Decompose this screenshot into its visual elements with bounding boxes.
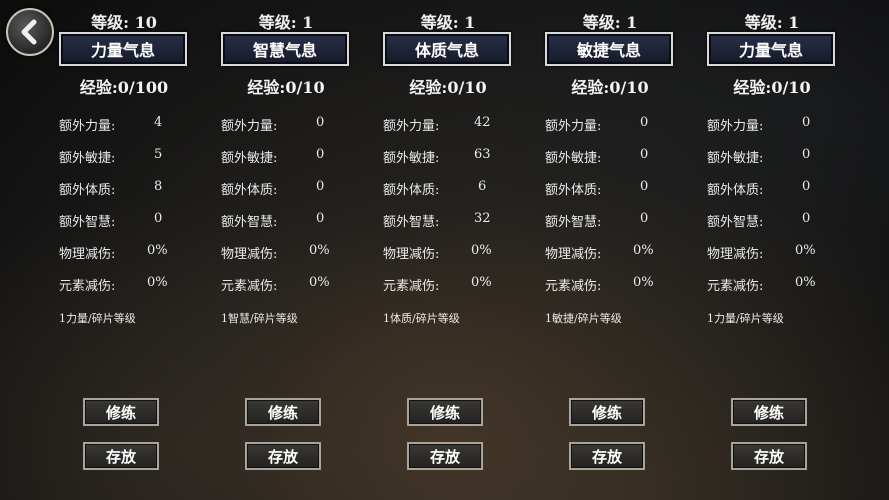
back-button[interactable] [6, 8, 54, 56]
aura-column-agility: 等级: 1 敏捷气息 经验:0/10 额外力量: 0 额外敏捷: 0 额外体质: 0 … [545, 0, 705, 500]
stat-value: 0% [471, 243, 492, 258]
train-button[interactable]: 修练 [569, 398, 645, 426]
shard-note: 1体质/碎片等级 [383, 312, 460, 325]
stat-value: 0 [802, 211, 811, 226]
stat-value: 0 [802, 147, 811, 162]
stat-label: 额外体质: [59, 183, 116, 198]
back-arrow-icon [21, 19, 37, 45]
stat-value: 0% [147, 275, 168, 290]
aura-title-button[interactable]: 体质气息 [383, 32, 511, 66]
stat-value: 0 [802, 115, 811, 130]
shard-note: 1力量/碎片等级 [707, 312, 784, 325]
aura-title-button[interactable]: 力量气息 [59, 32, 187, 66]
shard-note: 1力量/碎片等级 [59, 312, 136, 325]
stat-label: 元素减伤: [221, 279, 278, 294]
stat-value: 4 [154, 115, 163, 130]
store-button[interactable]: 存放 [569, 442, 645, 470]
level-label: 等级: 1 [420, 13, 476, 32]
stat-label: 额外敏捷: [59, 151, 116, 166]
stat-value: 0 [154, 211, 163, 226]
stat-value: 0 [640, 147, 649, 162]
stat-value: 0% [309, 275, 330, 290]
store-button[interactable]: 存放 [731, 442, 807, 470]
stat-label: 额外敏捷: [221, 151, 278, 166]
stat-label: 额外力量: [383, 119, 440, 134]
stat-value: 0% [147, 243, 168, 258]
train-button[interactable]: 修练 [245, 398, 321, 426]
stat-value: 0 [316, 179, 325, 194]
level-label: 等级: 1 [258, 13, 314, 32]
stat-label: 物理减伤: [707, 247, 764, 262]
stat-value: 0% [633, 243, 654, 258]
exp-label: 经验:0/10 [247, 78, 325, 97]
exp-label: 经验:0/10 [733, 78, 811, 97]
stat-value: 8 [154, 179, 163, 194]
stat-value: 0% [309, 243, 330, 258]
stat-value: 6 [478, 179, 487, 194]
aura-column-strength: 等级: 10 力量气息 经验:0/100 额外力量: 4 额外敏捷: 5 额外体质:… [59, 0, 219, 500]
stat-value: 0 [640, 211, 649, 226]
train-button[interactable]: 修练 [83, 398, 159, 426]
level-label: 等级: 10 [91, 13, 157, 32]
stat-value: 0% [471, 275, 492, 290]
stat-label: 元素减伤: [545, 279, 602, 294]
aura-title-button[interactable]: 智慧气息 [221, 32, 349, 66]
exp-label: 经验:0/10 [409, 78, 487, 97]
stat-label: 物理减伤: [59, 247, 116, 262]
stat-label: 额外力量: [59, 119, 116, 134]
aura-column-constitution: 等级: 1 体质气息 经验:0/10 额外力量: 42 额外敏捷: 63 额外体质:… [383, 0, 543, 500]
train-button[interactable]: 修练 [731, 398, 807, 426]
stat-label: 额外智慧: [383, 215, 440, 230]
stat-label: 额外智慧: [545, 215, 602, 230]
aura-title-button[interactable]: 敏捷气息 [545, 32, 673, 66]
stat-label: 物理减伤: [221, 247, 278, 262]
stat-label: 元素减伤: [707, 279, 764, 294]
exp-label: 经验:0/10 [571, 78, 649, 97]
stat-value: 42 [474, 115, 491, 130]
stat-label: 额外敏捷: [707, 151, 764, 166]
shard-note: 1敏捷/碎片等级 [545, 312, 622, 325]
stat-value: 0 [640, 179, 649, 194]
stat-label: 额外敏捷: [545, 151, 602, 166]
stat-value: 0% [633, 275, 654, 290]
stat-label: 额外智慧: [59, 215, 116, 230]
stat-value: 0 [316, 147, 325, 162]
stat-label: 额外敏捷: [383, 151, 440, 166]
stat-value: 0 [802, 179, 811, 194]
stat-label: 物理减伤: [545, 247, 602, 262]
stat-label: 额外体质: [221, 183, 278, 198]
stat-label: 额外体质: [383, 183, 440, 198]
stat-label: 元素减伤: [59, 279, 116, 294]
stat-label: 物理减伤: [383, 247, 440, 262]
aura-column-strength-2: 等级: 1 力量气息 经验:0/10 额外力量: 0 额外敏捷: 0 额外体质: 0 … [707, 0, 867, 500]
shard-note: 1智慧/碎片等级 [221, 312, 298, 325]
stat-label: 元素减伤: [383, 279, 440, 294]
aura-column-wisdom: 等级: 1 智慧气息 经验:0/10 额外力量: 0 额外敏捷: 0 额外体质: 0 … [221, 0, 381, 500]
stat-label: 额外体质: [707, 183, 764, 198]
store-button[interactable]: 存放 [407, 442, 483, 470]
stat-label: 额外体质: [545, 183, 602, 198]
train-button[interactable]: 修练 [407, 398, 483, 426]
stat-label: 额外智慧: [707, 215, 764, 230]
stat-label: 额外力量: [707, 119, 764, 134]
exp-label: 经验:0/100 [79, 78, 169, 97]
stat-value: 0 [316, 211, 325, 226]
stat-value: 0% [795, 243, 816, 258]
store-button[interactable]: 存放 [83, 442, 159, 470]
stat-value: 0 [640, 115, 649, 130]
stat-label: 额外力量: [545, 119, 602, 134]
stat-value: 0% [795, 275, 816, 290]
stat-value: 63 [474, 147, 491, 162]
stat-value: 0 [316, 115, 325, 130]
store-button[interactable]: 存放 [245, 442, 321, 470]
stat-label: 额外力量: [221, 119, 278, 134]
stat-value: 5 [154, 147, 163, 162]
level-label: 等级: 1 [582, 13, 638, 32]
level-label: 等级: 1 [744, 13, 800, 32]
aura-title-button[interactable]: 力量气息 [707, 32, 835, 66]
stat-label: 额外智慧: [221, 215, 278, 230]
stat-value: 32 [474, 211, 491, 226]
